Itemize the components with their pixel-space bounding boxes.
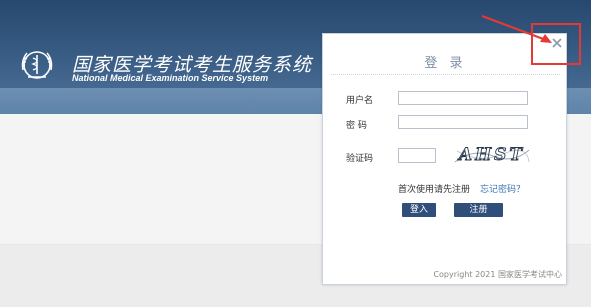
captcha-text: AHST bbox=[457, 145, 525, 165]
copyright-text: Copyright 2021 国家医学考试中心 bbox=[433, 270, 562, 279]
forgot-password-link[interactable]: 忘记密码？ bbox=[480, 182, 525, 195]
captcha-image[interactable]: AHST bbox=[453, 142, 531, 168]
medical-emblem-icon bbox=[21, 51, 53, 79]
captcha-label: 验证码 bbox=[346, 154, 374, 164]
username-input[interactable] bbox=[398, 91, 528, 105]
site-subtitle: National Medical Examination Service Sys… bbox=[72, 73, 269, 83]
login-panel: 登 录 用户名 密 码 验证码 AHST 首次使用请先注册 忘记密码？ 登入 注… bbox=[322, 33, 567, 285]
password-input[interactable] bbox=[398, 115, 528, 129]
password-label: 密 码 bbox=[346, 121, 367, 131]
register-hint: 首次使用请先注册 bbox=[398, 185, 471, 195]
register-button[interactable]: 注册 bbox=[454, 203, 503, 217]
close-icon[interactable] bbox=[550, 36, 564, 50]
title-divider bbox=[331, 74, 560, 75]
captcha-input[interactable] bbox=[398, 148, 436, 163]
username-label: 用户名 bbox=[346, 96, 374, 106]
login-button[interactable]: 登入 bbox=[402, 203, 436, 217]
